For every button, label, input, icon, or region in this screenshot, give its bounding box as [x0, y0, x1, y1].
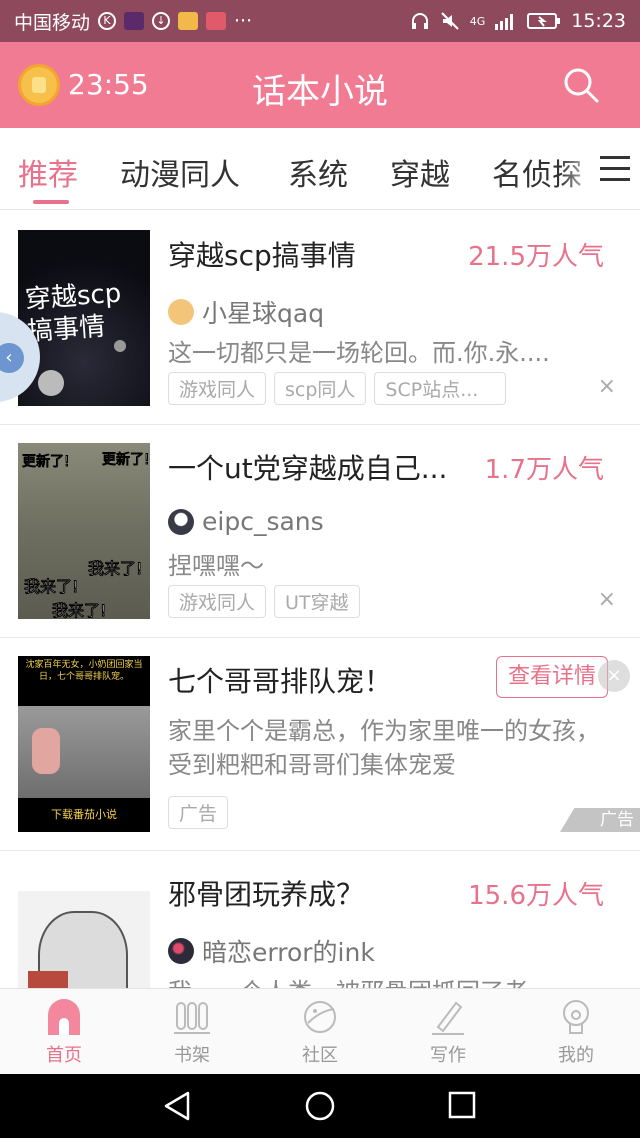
signal-icon [495, 14, 514, 30]
novel-cover[interactable]: 穿越scp 搞事情 [18, 230, 150, 406]
dismiss-icon[interactable]: × [598, 587, 616, 612]
app-notification-icon [178, 12, 199, 30]
tag-list: 游戏同人 scp同人 SCP站点... [168, 372, 507, 405]
home-circle-icon[interactable] [304, 1090, 336, 1122]
author-name: eipc_sans [202, 507, 324, 536]
author-row[interactable]: 暗恋error的ink [168, 933, 375, 969]
novel-card[interactable]: 穿越scp 搞事情 穿越scp搞事情 21.5万人气 小星球qaq 这一切都只是… [0, 212, 640, 425]
novel-cover[interactable] [18, 891, 150, 988]
collapse-icon[interactable]: ‹ [0, 343, 24, 373]
tag[interactable]: scp同人 [274, 372, 367, 405]
tag[interactable]: 游戏同人 [168, 372, 267, 405]
category-tabs: 推荐 动漫同人 系统 穿越 名侦探 [0, 128, 640, 210]
app-header: 23:55 话本小说 [0, 42, 640, 128]
active-tab-indicator [33, 200, 69, 204]
nav-home[interactable]: 首页 [0, 989, 128, 1074]
app-title: 话本小说 [252, 72, 388, 112]
ad-tag: 广告 [168, 796, 229, 829]
novel-title: 一个ut党穿越成自己... [168, 452, 448, 485]
back-icon[interactable] [162, 1090, 192, 1122]
tab-recommend[interactable]: 推荐 [18, 150, 78, 194]
tab-anime-fanfic[interactable]: 动漫同人 [120, 150, 240, 194]
ad-cover[interactable]: 沈家百年无女，小奶团回家当日，七个哥哥排队宠。 下载番茄小说 [18, 656, 150, 832]
nav-community[interactable]: 社区 [256, 989, 384, 1074]
system-navigation-bar [0, 1074, 640, 1138]
home-icon [48, 999, 80, 1035]
download-icon: ↓ [152, 12, 171, 30]
nav-bookshelf[interactable]: 书架 [128, 989, 256, 1074]
network-type: 4G [469, 14, 486, 28]
novel-card[interactable]: 更新了! 更新了! 我来了! 我来了! 我来了! 一个ut党穿越成自己... 1… [0, 425, 640, 638]
battery-icon [527, 13, 561, 29]
ad-card[interactable]: 沈家百年无女，小奶团回家当日，七个哥哥排队宠。 下载番茄小说 七个哥哥排队宠！ … [0, 638, 640, 851]
author-row[interactable]: 小星球qaq [168, 294, 324, 330]
profile-icon [563, 1000, 589, 1034]
popularity-count: 15.6万人气 [468, 881, 604, 911]
k-app-icon: K [98, 12, 117, 30]
clock: 15:23 [571, 10, 626, 32]
view-details-button[interactable]: 查看详情 [496, 656, 608, 698]
dismiss-icon[interactable]: × [598, 374, 616, 399]
ad-description: 家里个个是霸总，作为家里唯一的女孩，受到粑粑和哥哥们集体宠爱 [168, 717, 600, 779]
novel-title: 邪骨团玩养成？ [168, 878, 365, 911]
novel-description: 捏嘿嘿～ [168, 552, 264, 580]
tag[interactable]: UT穿越 [274, 585, 360, 618]
bottom-navigation: 首页 书架 社区 写作 我的 [0, 988, 640, 1074]
novel-cover[interactable]: 更新了! 更新了! 我来了! 我来了! 我来了! [18, 443, 150, 619]
pen-icon [432, 1001, 464, 1035]
author-name: 小星球qaq [202, 299, 325, 328]
app-notification-icon [124, 12, 145, 30]
book-app-icon [206, 12, 227, 30]
more-notifications-icon: ··· [234, 10, 253, 32]
close-ad-icon[interactable]: × [598, 660, 630, 692]
novel-title: 穿越scp搞事情 [168, 239, 356, 272]
category-menu-icon[interactable] [600, 156, 630, 182]
carrier-label: 中国移动 [14, 11, 91, 34]
novel-description: 这一切都只是一场轮回。而.你.永.... [168, 339, 550, 367]
nav-write[interactable]: 写作 [384, 989, 512, 1074]
novel-description: 我，一个人类，被邪骨团抓回了老... [168, 975, 620, 988]
headphone-icon [411, 13, 428, 29]
novel-feed: 穿越scp 搞事情 穿越scp搞事情 21.5万人气 小星球qaq 这一切都只是… [0, 212, 640, 988]
novel-card[interactable]: 邪骨团玩养成？ 15.6万人气 暗恋error的ink 我，一个人类，被邪骨团抓… [0, 851, 640, 988]
popularity-count: 1.7万人气 [484, 455, 604, 485]
tag-list: 广告 [168, 796, 229, 829]
author-avatar [168, 299, 194, 325]
author-avatar [168, 938, 194, 964]
recent-apps-icon[interactable] [448, 1091, 476, 1119]
bookshelf-icon [174, 1002, 210, 1034]
search-icon[interactable] [562, 66, 600, 104]
author-name: 暗恋error的ink [202, 938, 375, 967]
tab-time-travel[interactable]: 穿越 [390, 150, 450, 194]
status-bar: 中国移动 K ↓ ··· 4G 15:23 [0, 0, 640, 42]
tag[interactable]: SCP站点... [374, 372, 507, 405]
planet-icon [304, 1001, 336, 1033]
nav-profile[interactable]: 我的 [512, 989, 640, 1074]
ad-badge: 广告 [560, 808, 640, 832]
author-avatar [168, 508, 194, 535]
tag-list: 游戏同人 UT穿越 [168, 585, 360, 618]
ad-title: 七个哥哥排队宠！ [168, 665, 393, 698]
author-row[interactable]: eipc_sans [168, 507, 324, 536]
mute-icon [440, 12, 459, 30]
tag[interactable]: 游戏同人 [168, 585, 267, 618]
popularity-count: 21.5万人气 [468, 242, 604, 272]
tab-system[interactable]: 系统 [288, 150, 348, 194]
